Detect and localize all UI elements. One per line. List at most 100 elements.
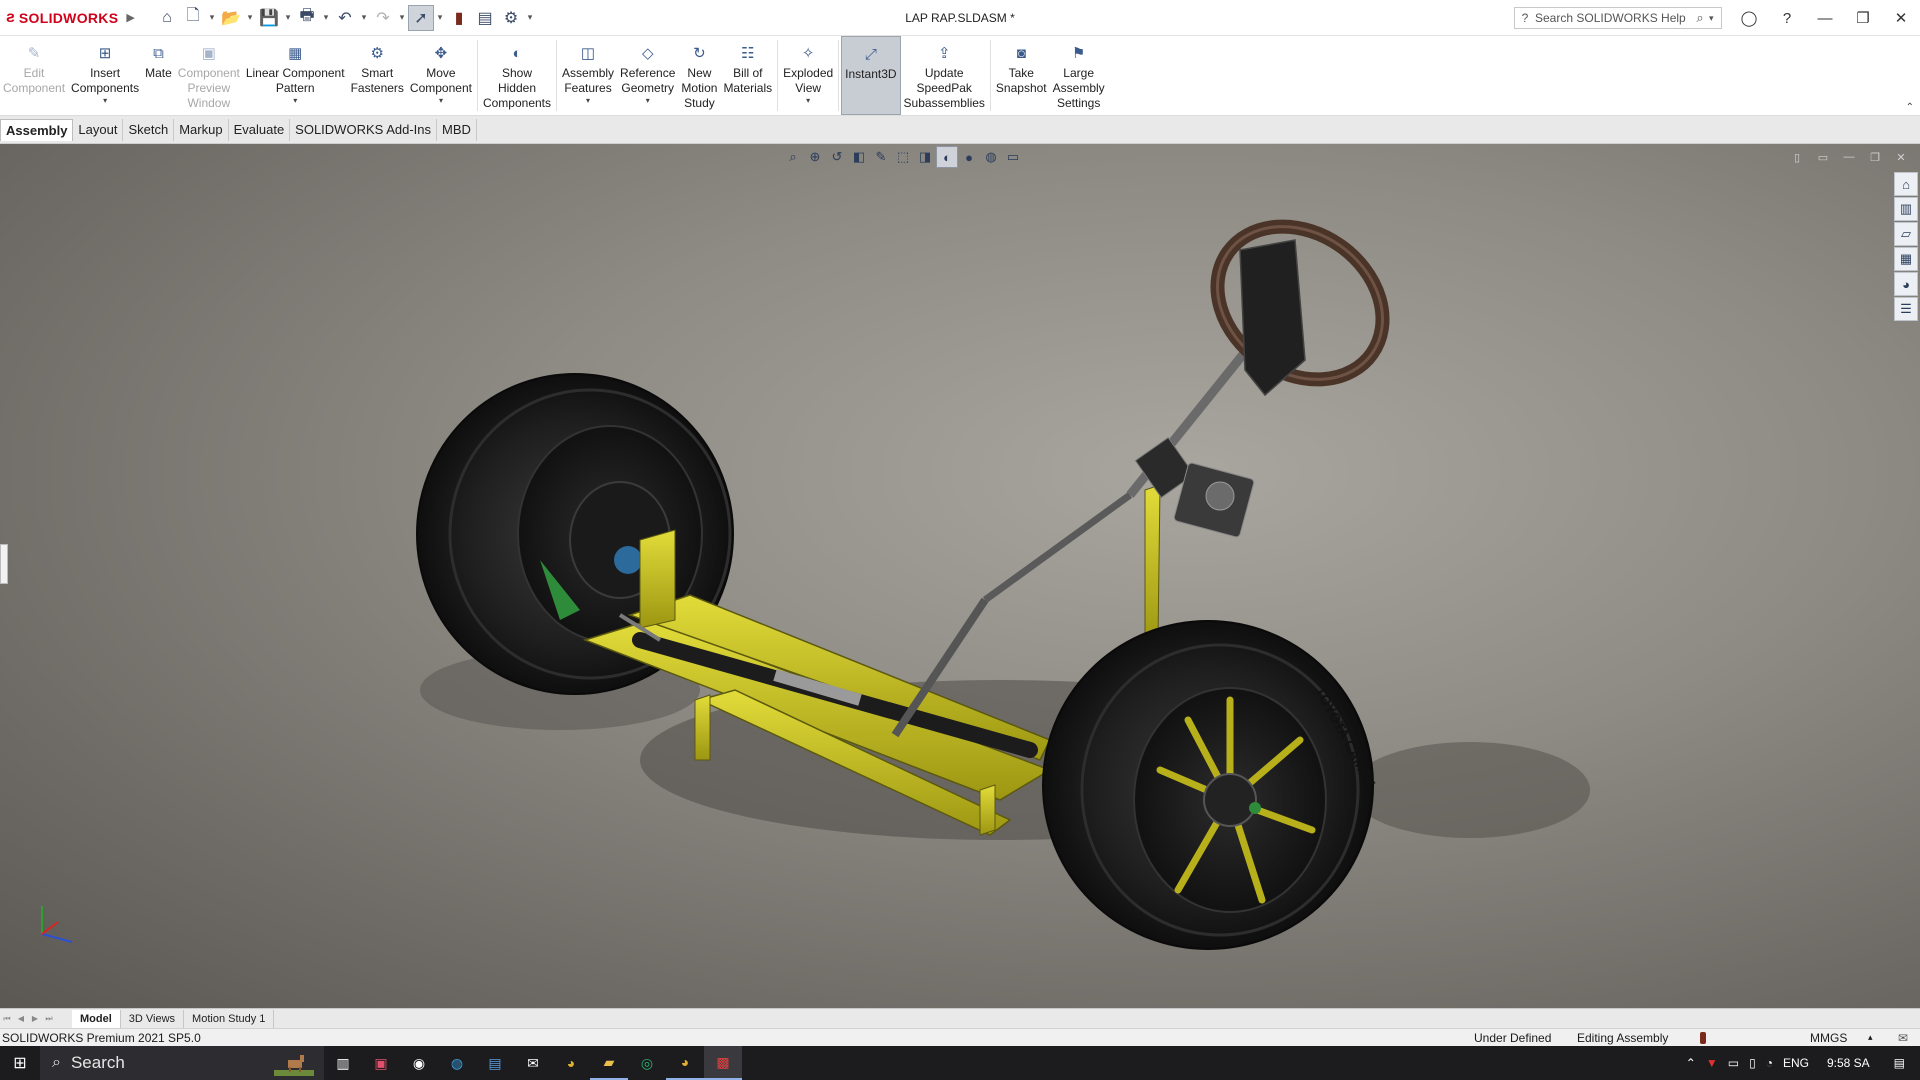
ribbon-command-move-component[interactable]: ✥ Move Component ▾	[407, 36, 475, 115]
unit-system[interactable]: MMGS	[1810, 1031, 1847, 1045]
ribbon-command-large-assembly[interactable]: ⚑ Large Assembly Settings	[1050, 36, 1108, 115]
dropdown-arrow-icon[interactable]: ▾	[806, 96, 810, 106]
select-arrow-icon[interactable]: ➚	[408, 4, 434, 31]
microsoft-store-icon[interactable]: ▤	[476, 1046, 514, 1080]
tab-layout[interactable]: Layout	[73, 118, 124, 141]
first-tab-icon[interactable]: ⏮	[0, 1011, 14, 1027]
bottom-tab-motion-study-1[interactable]: Motion Study 1	[184, 1009, 275, 1028]
ribbon-command-smart-fasteners[interactable]: ⚙ Smart Fasteners	[348, 36, 407, 115]
new-dropdown-icon[interactable]: ▾	[206, 5, 218, 31]
dropdown-arrow-icon[interactable]: ▾	[646, 96, 650, 106]
grammarly-icon[interactable]: ◎	[628, 1046, 666, 1080]
print-icon[interactable]: 🖶	[294, 5, 320, 31]
ribbon-command-reference-geometry[interactable]: ◇ Reference Geometry ▾	[617, 36, 678, 115]
split-view-icon[interactable]: ▯	[1784, 148, 1810, 166]
print-dropdown-icon[interactable]: ▾	[320, 5, 332, 31]
restore-button[interactable]: ❐	[1844, 0, 1882, 36]
options-dropdown-icon[interactable]: ▾	[524, 5, 536, 31]
ribbon-command-insert-components[interactable]: ⊞ Insert Components ▾	[68, 36, 142, 115]
last-tab-icon[interactable]: ⏭	[42, 1011, 56, 1027]
battery-icon[interactable]: ▭	[1723, 1056, 1744, 1070]
ribbon-command-snapshot[interactable]: ◙ Take Snapshot	[993, 36, 1050, 115]
prev-tab-icon[interactable]: ◀	[14, 1011, 28, 1027]
dropdown-arrow-icon[interactable]: ▾	[439, 96, 443, 106]
solidworks-resources-icon[interactable]: ⌂	[1894, 172, 1918, 196]
view-orientation-icon[interactable]: ⬚	[892, 146, 914, 168]
zoom-to-area-icon[interactable]: ⊕	[804, 146, 826, 168]
rebuild-traffic-light-icon[interactable]: ▮	[446, 5, 472, 31]
hide-show-items-icon[interactable]: ◐	[936, 146, 958, 168]
next-tab-icon[interactable]: ▶	[28, 1011, 42, 1027]
quick-tips-icon[interactable]: ✉	[1898, 1031, 1908, 1045]
file-properties-icon[interactable]: ▤	[472, 5, 498, 31]
tile-view-icon[interactable]: ▭	[1810, 148, 1836, 166]
options-gear-icon[interactable]: ⚙	[498, 5, 524, 31]
ribbon-command-preview-window[interactable]: ▣ Component Preview Window	[175, 36, 243, 115]
task-view-icon[interactable]: ▥	[324, 1046, 362, 1080]
ribbon-command-bom[interactable]: ☷ Bill of Materials	[720, 36, 775, 115]
bottom-tab-model[interactable]: Model	[72, 1009, 121, 1028]
tab-sketch[interactable]: Sketch	[123, 118, 175, 141]
open-dropdown-icon[interactable]: ▾	[244, 5, 256, 31]
user-account-icon[interactable]: ◯	[1730, 0, 1768, 36]
chrome-icon[interactable]: ◕	[552, 1046, 590, 1080]
tab-markup[interactable]: Markup	[174, 118, 229, 141]
camera-app-icon[interactable]: ◉	[400, 1046, 438, 1080]
search-icon[interactable]: ⌕	[1691, 10, 1709, 26]
viewport-minimize-icon[interactable]: —	[1836, 148, 1862, 166]
wifi-icon[interactable]: ◔	[1761, 1056, 1778, 1070]
search-dropdown-icon[interactable]: ▾	[1709, 13, 1721, 24]
ribbon-command-mate[interactable]: ⧉ Mate	[142, 36, 175, 115]
tab-evaluate[interactable]: Evaluate	[229, 118, 291, 141]
ribbon-command-instant3d[interactable]: ⤢ Instant3D	[841, 36, 901, 115]
dropdown-arrow-icon[interactable]: ▾	[293, 96, 297, 106]
new-document-icon[interactable]: 🗋	[180, 5, 206, 31]
edit-appearance-icon[interactable]: ●	[958, 146, 980, 168]
clock[interactable]: 9:58 SA	[1822, 1056, 1875, 1070]
tab-assembly[interactable]: Assembly	[0, 118, 74, 141]
display-style-icon[interactable]: ◨	[914, 146, 936, 168]
dynamic-annotation-icon[interactable]: ✎	[870, 146, 892, 168]
help-search-input[interactable]: Search SOLIDWORKS Help	[1535, 11, 1691, 25]
network-icon[interactable]: ▯	[1744, 1056, 1761, 1070]
close-button[interactable]: ✕	[1882, 0, 1920, 36]
help-icon[interactable]: ?	[1768, 0, 1806, 36]
windows-start-icon[interactable]: ⊞	[0, 1046, 40, 1080]
antivirus-icon[interactable]: ▼	[1701, 1056, 1723, 1070]
zoom-to-fit-icon[interactable]: ⌕	[782, 146, 804, 168]
apply-scene-icon[interactable]: ◍	[980, 146, 1002, 168]
redo-dropdown-icon[interactable]: ▾	[396, 5, 408, 31]
custom-properties-icon[interactable]: ☰	[1894, 297, 1918, 321]
solidworks-taskbar-icon[interactable]: ▩	[704, 1046, 742, 1080]
redo-icon[interactable]: ↷	[370, 5, 396, 31]
view-settings-icon[interactable]: ▭	[1002, 146, 1024, 168]
undo-dropdown-icon[interactable]: ▾	[358, 5, 370, 31]
file-explorer-icon[interactable]: ▰	[590, 1046, 628, 1080]
assembly-model-render[interactable]: TOYOTA CAMRY	[0, 144, 1920, 1008]
notifications-icon[interactable]: ▤	[1889, 1056, 1910, 1070]
view-palette-icon[interactable]: ▦	[1894, 247, 1918, 271]
design-library-icon[interactable]: ▥	[1894, 197, 1918, 221]
right-wheel[interactable]: TOYOTA CAMRY	[1042, 620, 1379, 950]
rebuild-status-icon[interactable]	[1700, 1032, 1706, 1044]
collapse-ribbon-icon[interactable]: ⌃	[1906, 102, 1914, 113]
ribbon-command-show-hidden[interactable]: ◐ Show Hidden Components	[480, 36, 554, 115]
undo-icon[interactable]: ↶	[332, 5, 358, 31]
ribbon-command-exploded-view[interactable]: ✧ Exploded View ▾	[780, 36, 836, 115]
dropdown-arrow-icon[interactable]: ▾	[103, 96, 107, 106]
minimize-button[interactable]: —	[1806, 0, 1844, 36]
viewport-restore-icon[interactable]: ❐	[1862, 148, 1888, 166]
taskbar-search[interactable]: ⌕ Search	[40, 1046, 324, 1080]
open-folder-icon[interactable]: 📂	[218, 5, 244, 31]
ribbon-command-speedpak[interactable]: ⇪ Update SpeedPak Subassemblies	[901, 36, 988, 115]
tab-mbd[interactable]: MBD	[437, 118, 477, 141]
select-dropdown-icon[interactable]: ▾	[434, 5, 446, 31]
graphics-viewport[interactable]: TOYOTA CAMRY ⌕ ⊕ ↺ ◧ ✎ ⬚ ◨ ◐ ● ◍ ▭ ▯ ▭ —…	[0, 144, 1920, 1008]
home-icon[interactable]: ⌂	[154, 5, 180, 31]
solidworks-logo[interactable]: ƨ SOLIDWORKS ▶	[0, 0, 140, 36]
previous-view-icon[interactable]: ↺	[826, 146, 848, 168]
menu-expand-icon[interactable]: ▶	[126, 11, 134, 24]
feature-tree-expand-handle[interactable]	[0, 544, 8, 584]
edge-browser-icon[interactable]: ◍	[438, 1046, 476, 1080]
save-icon[interactable]: 💾	[256, 5, 282, 31]
